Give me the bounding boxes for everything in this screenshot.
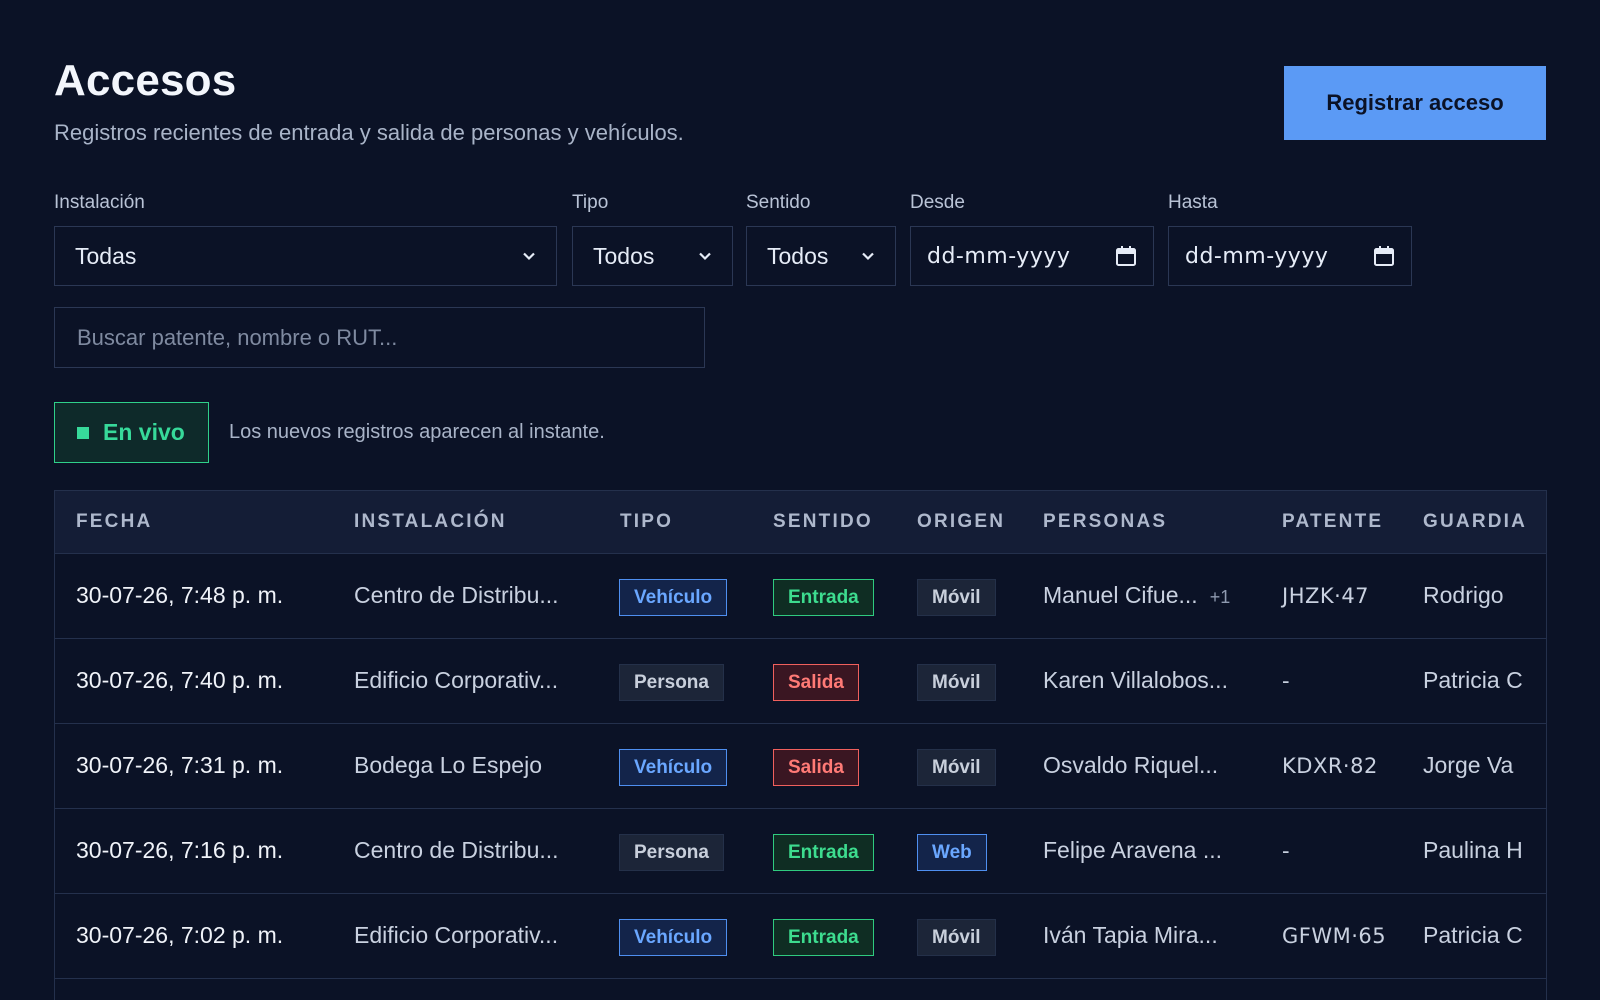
cell-instalacion: Edificio Corporativ... xyxy=(354,922,559,948)
column-header-guardia[interactable]: GUARDIA xyxy=(1423,511,1527,533)
instalacion-select[interactable]: Todas xyxy=(54,226,557,286)
hasta-date-value: dd-mm-yyyy xyxy=(1185,243,1329,269)
cell-instalacion: Centro de Distribu... xyxy=(354,582,559,608)
calendar-icon[interactable] xyxy=(1115,245,1137,267)
cell-fecha: 30-07-26, 7:40 p. m. xyxy=(76,667,284,693)
cell-instalacion: Edificio Corporativ... xyxy=(354,667,559,693)
filter-instalacion-label: Instalación xyxy=(54,192,145,213)
cell-guardia: Paulina H xyxy=(1423,837,1523,863)
column-header-instalacion[interactable]: INSTALACIÓN xyxy=(354,511,507,533)
origen-badge: Móvil xyxy=(917,919,996,956)
extra-persons-count[interactable]: +1 xyxy=(1210,587,1231,607)
live-toggle[interactable]: En vivo xyxy=(54,402,209,463)
desde-date-input[interactable]: dd-mm-yyyy xyxy=(910,226,1154,286)
instalacion-select-value: Todas xyxy=(75,242,137,269)
cell-personas: Osvaldo Riquel... xyxy=(1043,752,1219,778)
sentido-badge: Salida xyxy=(773,749,859,786)
tipo-badge: Vehículo xyxy=(619,749,728,786)
column-header-origen[interactable]: ORIGEN xyxy=(917,511,1005,533)
filter-hasta: Hasta dd-mm-yyyy xyxy=(1168,192,1412,286)
cell-guardia: Patricia C xyxy=(1423,667,1523,693)
tipo-badge: Persona xyxy=(619,664,724,701)
column-header-tipo[interactable]: TIPO xyxy=(620,511,673,533)
origen-badge: Móvil xyxy=(917,749,996,786)
cell-personas: Iván Tapia Mira... xyxy=(1043,922,1218,948)
tipo-select-value: Todos xyxy=(593,242,655,269)
tipo-badge: Vehículo xyxy=(619,579,728,616)
tipo-badge: Persona xyxy=(619,834,724,871)
sentido-badge: Entrada xyxy=(773,579,874,616)
filter-desde: Desde dd-mm-yyyy xyxy=(910,192,1154,286)
filter-instalacion: Instalación Todas xyxy=(54,192,557,286)
calendar-icon[interactable] xyxy=(1373,245,1395,267)
cell-fecha: 30-07-26, 7:02 p. m. xyxy=(76,922,284,948)
table-row[interactable]: 30-07-26, 7:40 p. m. Edificio Corporativ… xyxy=(55,639,1546,724)
column-header-personas[interactable]: PERSONAS xyxy=(1043,511,1167,533)
table-row[interactable]: 30-07-26, 7:31 p. m. Bodega Lo Espejo Ve… xyxy=(55,724,1546,809)
tipo-badge: Vehículo xyxy=(619,919,728,956)
cell-guardia: Rodrigo xyxy=(1423,582,1504,608)
origen-badge: Móvil xyxy=(917,579,996,616)
filter-tipo-label: Tipo xyxy=(572,192,609,213)
cell-instalacion: Bodega Lo Espejo xyxy=(354,752,542,778)
sentido-badge: Entrada xyxy=(773,834,874,871)
column-header-patente[interactable]: PATENTE xyxy=(1282,511,1383,533)
chevron-down-icon xyxy=(699,252,711,261)
filter-desde-label: Desde xyxy=(910,192,965,213)
chevron-down-icon xyxy=(523,252,535,261)
sentido-select[interactable]: Todos xyxy=(746,226,896,286)
cell-guardia: Patricia C xyxy=(1423,922,1523,948)
cell-fecha: 30-07-26, 7:48 p. m. xyxy=(76,582,284,608)
table-row[interactable]: 30-07-26, 7:02 p. m. Edificio Corporativ… xyxy=(55,894,1546,979)
table-header: FECHA INSTALACIÓN TIPO SENTIDO ORIGEN PE… xyxy=(55,491,1546,554)
live-dot-icon xyxy=(77,426,89,439)
table-row[interactable]: 30-07-26, 7:48 p. m. Centro de Distribu.… xyxy=(55,554,1546,639)
cell-patente: - xyxy=(1282,669,1291,693)
live-label: En vivo xyxy=(103,419,185,445)
search-input[interactable] xyxy=(77,324,682,351)
cell-fecha: 30-07-26, 7:31 p. m. xyxy=(76,752,284,778)
table-row[interactable]: 30-07-26, 7:16 p. m. Centro de Distribu.… xyxy=(55,809,1546,894)
filter-sentido-label: Sentido xyxy=(746,192,811,213)
column-header-sentido[interactable]: SENTIDO xyxy=(773,511,873,533)
origen-badge: Web xyxy=(917,834,987,871)
filter-hasta-label: Hasta xyxy=(1168,192,1218,213)
cell-patente: GFWM·65 xyxy=(1282,924,1387,948)
cell-personas: Karen Villalobos... xyxy=(1043,667,1228,693)
accesos-page: Accesos Registros recientes de entrada y… xyxy=(0,0,1600,1000)
sentido-badge: Salida xyxy=(773,664,859,701)
cell-patente: JHZK·47 xyxy=(1282,584,1370,608)
tipo-select[interactable]: Todos xyxy=(572,226,733,286)
cell-instalacion: Centro de Distribu... xyxy=(354,837,559,863)
accesos-table: FECHA INSTALACIÓN TIPO SENTIDO ORIGEN PE… xyxy=(54,490,1547,1000)
cell-guardia: Jorge Va xyxy=(1423,752,1514,778)
chevron-down-icon xyxy=(862,252,874,261)
sentido-select-value: Todos xyxy=(767,242,829,269)
cell-patente: - xyxy=(1282,839,1291,863)
origen-badge: Móvil xyxy=(917,664,996,701)
column-header-fecha[interactable]: FECHA xyxy=(76,511,152,533)
filter-sentido: Sentido Todos xyxy=(746,192,896,286)
persona-name: Manuel Cifue... xyxy=(1043,582,1198,608)
live-note: Los nuevos registros aparecen al instant… xyxy=(229,421,605,443)
hasta-date-input[interactable]: dd-mm-yyyy xyxy=(1168,226,1412,286)
page-header: Accesos Registros recientes de entrada y… xyxy=(54,56,1546,156)
cell-patente: KDXR·82 xyxy=(1282,754,1378,778)
sentido-badge: Entrada xyxy=(773,919,874,956)
cell-personas: Manuel Cifue... +1 xyxy=(1043,582,1230,609)
register-access-button[interactable]: Registrar acceso xyxy=(1284,66,1546,140)
cell-fecha: 30-07-26, 7:16 p. m. xyxy=(76,837,284,863)
desde-date-value: dd-mm-yyyy xyxy=(927,243,1071,269)
cell-personas: Felipe Aravena ... xyxy=(1043,837,1222,863)
filter-tipo: Tipo Todos xyxy=(572,192,733,286)
search-field[interactable] xyxy=(54,307,705,368)
